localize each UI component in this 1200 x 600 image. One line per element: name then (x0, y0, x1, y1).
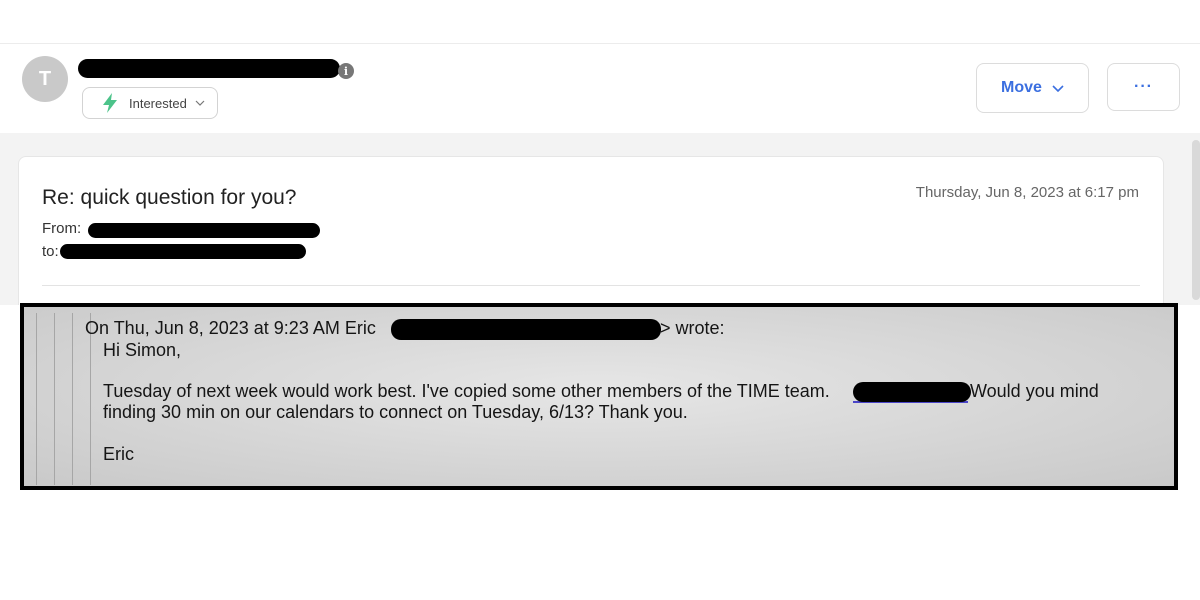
move-button-label: Move (1001, 79, 1042, 96)
lightning-icon (103, 93, 117, 113)
quote-attribution-suffix: > wrote: (660, 318, 725, 338)
info-icon[interactable]: i (338, 63, 354, 79)
header-divider (42, 285, 1140, 286)
chevron-down-icon (195, 100, 205, 106)
message-subject: Re: quick question for you? (42, 186, 297, 209)
quoted-message: On Thu, Jun 8, 2023 at 9:23 AM Eric > wr… (20, 303, 1178, 490)
redacted-from-address (88, 223, 320, 238)
redacted-sender-address (78, 59, 340, 78)
redacted-to-address (60, 244, 306, 259)
redacted-team-link[interactable] (853, 382, 971, 402)
status-label: Interested (129, 95, 187, 111)
redacted-eric-email (391, 319, 661, 340)
to-label: to: (42, 243, 59, 260)
quote-body-line1: Tuesday of next week would work best. I'… (103, 381, 830, 401)
top-divider (0, 43, 1200, 44)
from-label: From: (42, 220, 82, 237)
quote-bar (54, 313, 55, 485)
more-options-button[interactable]: ··· (1107, 63, 1180, 111)
avatar-letter: T (38, 67, 52, 90)
chevron-down-icon (1052, 85, 1064, 92)
message-date: Thursday, Jun 8, 2023 at 6:17 pm (915, 184, 1139, 201)
quote-attribution-prefix: On Thu, Jun 8, 2023 at 9:23 AM Eric (85, 318, 376, 338)
quote-bar (72, 313, 73, 485)
quote-body-line2: finding 30 min on our calendars to conne… (103, 402, 688, 422)
scrollbar[interactable] (1192, 140, 1200, 300)
status-dropdown[interactable]: Interested (82, 87, 218, 119)
quote-greeting: Hi Simon, (103, 340, 182, 360)
more-options-icon: ··· (1134, 78, 1153, 95)
quote-body-line1-end: Would you mind (970, 381, 1099, 401)
quote-signature: Eric (103, 444, 134, 464)
quote-bar (36, 313, 37, 485)
move-button[interactable]: Move (976, 63, 1089, 113)
sender-avatar: T (22, 56, 68, 102)
